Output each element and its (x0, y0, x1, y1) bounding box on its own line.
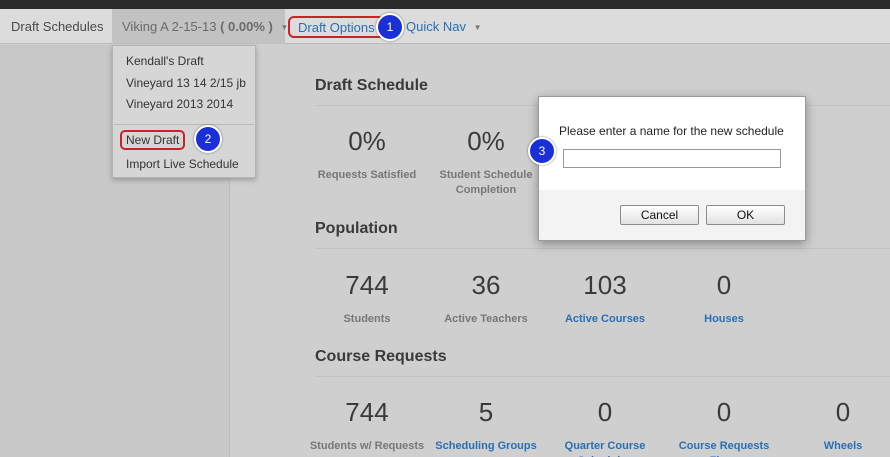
draft-schedule-title: Draft Schedule (315, 77, 428, 94)
brand-link[interactable]: Draft Schedules (11, 9, 104, 44)
stat-scheduling-groups[interactable]: 5 Scheduling Groups (426, 397, 546, 454)
ok-button[interactable]: OK (706, 205, 785, 225)
stat-value: 0 (716, 270, 732, 300)
callout-badge-3: 3 (528, 137, 556, 165)
stat-value: 5 (478, 397, 494, 427)
course-requests-flags-link[interactable]: Course Requests Flags (664, 439, 784, 457)
callout-badge-1: 1 (376, 13, 404, 41)
stat-value: 0% (348, 126, 386, 156)
population-title: Population (315, 220, 398, 237)
stat-active-courses[interactable]: 103 Active Courses (545, 270, 665, 327)
stat-label: Active Teachers (444, 313, 528, 325)
stat-label: Requests Satisfied (317, 169, 417, 181)
stat-value: 103 (583, 270, 627, 300)
stat-label: Students w/ Requests (309, 440, 425, 452)
stat-value: 0 (716, 397, 732, 427)
draft-options-button[interactable]: Draft Options (288, 16, 385, 38)
dropdown-divider (114, 124, 254, 125)
houses-link[interactable]: Houses (664, 312, 784, 327)
dropdown-item-draft[interactable]: Kendall's Draft (126, 54, 204, 68)
new-draft-menu-item[interactable]: New Draft (120, 130, 186, 150)
current-draft-percent: ( 0.00% ) (220, 19, 273, 34)
stat-active-teachers: 36 Active Teachers (426, 270, 546, 327)
draft-dropdown-menu: Kendall's Draft Vineyard 13 14 2/15 jb V… (112, 45, 256, 178)
quick-nav-menu[interactable]: Quick Nav ▼ (406, 9, 482, 44)
stat-students: 744 Students (307, 270, 427, 327)
top-navbar: Draft Schedules Viking A 2-15-13 ( 0.00%… (0, 9, 890, 44)
dropdown-item-draft[interactable]: Vineyard 2013 2014 (126, 97, 233, 111)
stat-students-with-requests: 744 Students w/ Requests (307, 397, 427, 454)
callout-badge-2: 2 (194, 125, 222, 153)
stat-wheels[interactable]: 0 Wheels (783, 397, 890, 454)
stat-value: 744 (345, 397, 389, 427)
scheduling-groups-link[interactable]: Scheduling Groups (426, 439, 546, 454)
stat-value: 744 (345, 270, 389, 300)
wheels-link[interactable]: Wheels (783, 439, 890, 454)
stat-label: Student Schedule Completion (439, 169, 533, 196)
quarter-course-schedules-link[interactable]: Quarter Course Schedules (545, 439, 665, 457)
stat-value: 0 (597, 397, 613, 427)
stat-label: Students (343, 313, 391, 325)
dialog-message: Please enter a name for the new schedule (559, 124, 784, 138)
stat-quarter-course-schedules[interactable]: 0 Quarter Course Schedules (545, 397, 665, 457)
quick-nav-label: Quick Nav (406, 19, 466, 34)
dropdown-item-draft[interactable]: Vineyard 13 14 2/15 jb (126, 76, 246, 90)
current-draft-menu[interactable]: Viking A 2-15-13 ( 0.00% ) ▼ (112, 9, 288, 44)
current-draft-name: Viking A 2-15-13 (122, 19, 217, 34)
dialog-body: Please enter a name for the new schedule (539, 97, 805, 190)
stat-course-request-flags[interactable]: 0 Course Requests Flags (664, 397, 784, 457)
section-divider (315, 248, 890, 249)
cancel-button[interactable]: Cancel (620, 205, 699, 225)
chevron-down-icon: ▼ (473, 23, 482, 33)
schedule-name-input[interactable] (563, 149, 781, 168)
window-top-strip (0, 0, 890, 9)
active-courses-link[interactable]: Active Courses (545, 312, 665, 327)
stat-value: 36 (471, 270, 501, 300)
stat-houses[interactable]: 0 Houses (664, 270, 784, 327)
stat-requests-satisfied: 0% Requests Satisfied (307, 126, 427, 183)
stat-value: 0 (835, 397, 851, 427)
section-divider (315, 376, 890, 377)
course-requests-title: Course Requests (315, 348, 447, 365)
stat-schedule-completion: 0% Student Schedule Completion (426, 126, 546, 198)
import-live-schedule-menu-item[interactable]: Import Live Schedule (126, 157, 239, 171)
new-schedule-dialog: Please enter a name for the new schedule… (538, 96, 806, 241)
